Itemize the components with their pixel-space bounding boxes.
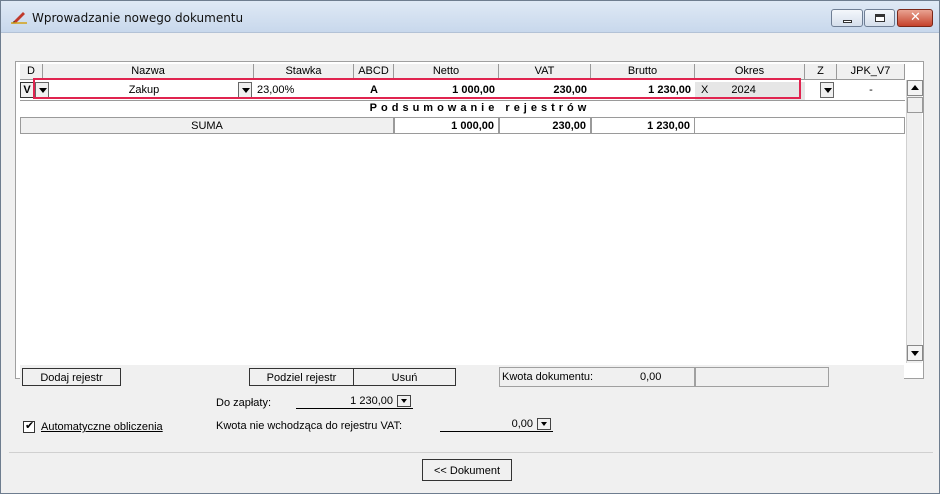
summary-empty-cell <box>695 117 905 134</box>
main-window: Wprowadzanie nowego dokumentu ✕ D Nazwa … <box>0 0 940 494</box>
registers-grid: D Nazwa Stawka ABCD Netto VAT Brutto Okr… <box>20 64 905 361</box>
close-button[interactable]: ✕ <box>897 9 933 27</box>
highlight-box <box>33 78 801 99</box>
summary-label: SUMA <box>20 117 394 134</box>
scroll-up-button[interactable] <box>907 80 923 96</box>
minimize-icon <box>843 20 852 23</box>
doc-amount-spacer <box>695 367 829 387</box>
pen-icon <box>11 12 27 24</box>
to-pay-value: 1 230,00 <box>350 395 393 407</box>
registers-panel: D Nazwa Stawka ABCD Netto VAT Brutto Okr… <box>15 61 924 387</box>
client-area: D Nazwa Stawka ABCD Netto VAT Brutto Okr… <box>9 34 933 489</box>
scroll-down-button[interactable] <box>907 345 923 361</box>
scroll-thumb[interactable] <box>907 97 923 113</box>
to-pay-label: Do zapłaty: <box>216 397 272 409</box>
check-icon: ✔ <box>25 419 35 432</box>
z-dropdown[interactable] <box>820 82 834 98</box>
summary-vat: 230,00 <box>499 117 591 134</box>
row-d-cell[interactable]: V <box>20 82 34 98</box>
close-icon: ✕ <box>910 10 921 25</box>
delete-button[interactable]: Usuń <box>353 368 456 386</box>
col-header-jpk[interactable]: JPK_V7 <box>837 64 905 80</box>
doc-amount-value: 0,00 <box>640 371 662 383</box>
grid-action-bar: Dodaj rejestr Podziel rejestr Usuń Kwota… <box>20 365 904 387</box>
non-vat-value: 0,00 <box>511 418 533 430</box>
summary-netto: 1 000,00 <box>394 117 499 134</box>
doc-amount-box: Kwota dokumentu: 0,00 <box>499 367 695 387</box>
col-header-z[interactable]: Z <box>805 64 837 80</box>
non-vat-dropdown-icon[interactable] <box>537 418 551 430</box>
add-register-button[interactable]: Dodaj rejestr <box>22 368 121 386</box>
back-to-document-button[interactable]: << Dokument <box>422 459 512 481</box>
split-register-button[interactable]: Podziel rejestr <box>249 368 354 386</box>
auto-calc-checkbox[interactable]: ✔ <box>23 419 35 433</box>
vertical-scrollbar[interactable] <box>906 80 923 363</box>
to-pay-field[interactable]: 1 230,00 <box>296 394 413 409</box>
summary-title: Podsumowanie rejestrów <box>369 102 591 114</box>
auto-calc-label[interactable]: Automatyczne obliczenia <box>41 421 163 433</box>
maximize-button[interactable] <box>864 9 895 27</box>
maximize-icon <box>875 14 885 22</box>
non-vat-field[interactable]: 0,00 <box>440 417 553 432</box>
doc-amount-label: Kwota dokumentu: <box>502 371 594 383</box>
row-jpk-cell[interactable]: - <box>837 82 905 100</box>
footer-divider <box>9 452 933 453</box>
window-title: Wprowadzanie nowego dokumentu <box>32 11 244 25</box>
minimize-button[interactable] <box>831 9 863 27</box>
non-vat-label: Kwota nie wchodząca do rejestru VAT: <box>216 420 403 432</box>
summary-brutto: 1 230,00 <box>591 117 695 134</box>
title-bar: Wprowadzanie nowego dokumentu ✕ <box>1 1 939 33</box>
to-pay-dropdown-icon[interactable] <box>397 395 411 407</box>
